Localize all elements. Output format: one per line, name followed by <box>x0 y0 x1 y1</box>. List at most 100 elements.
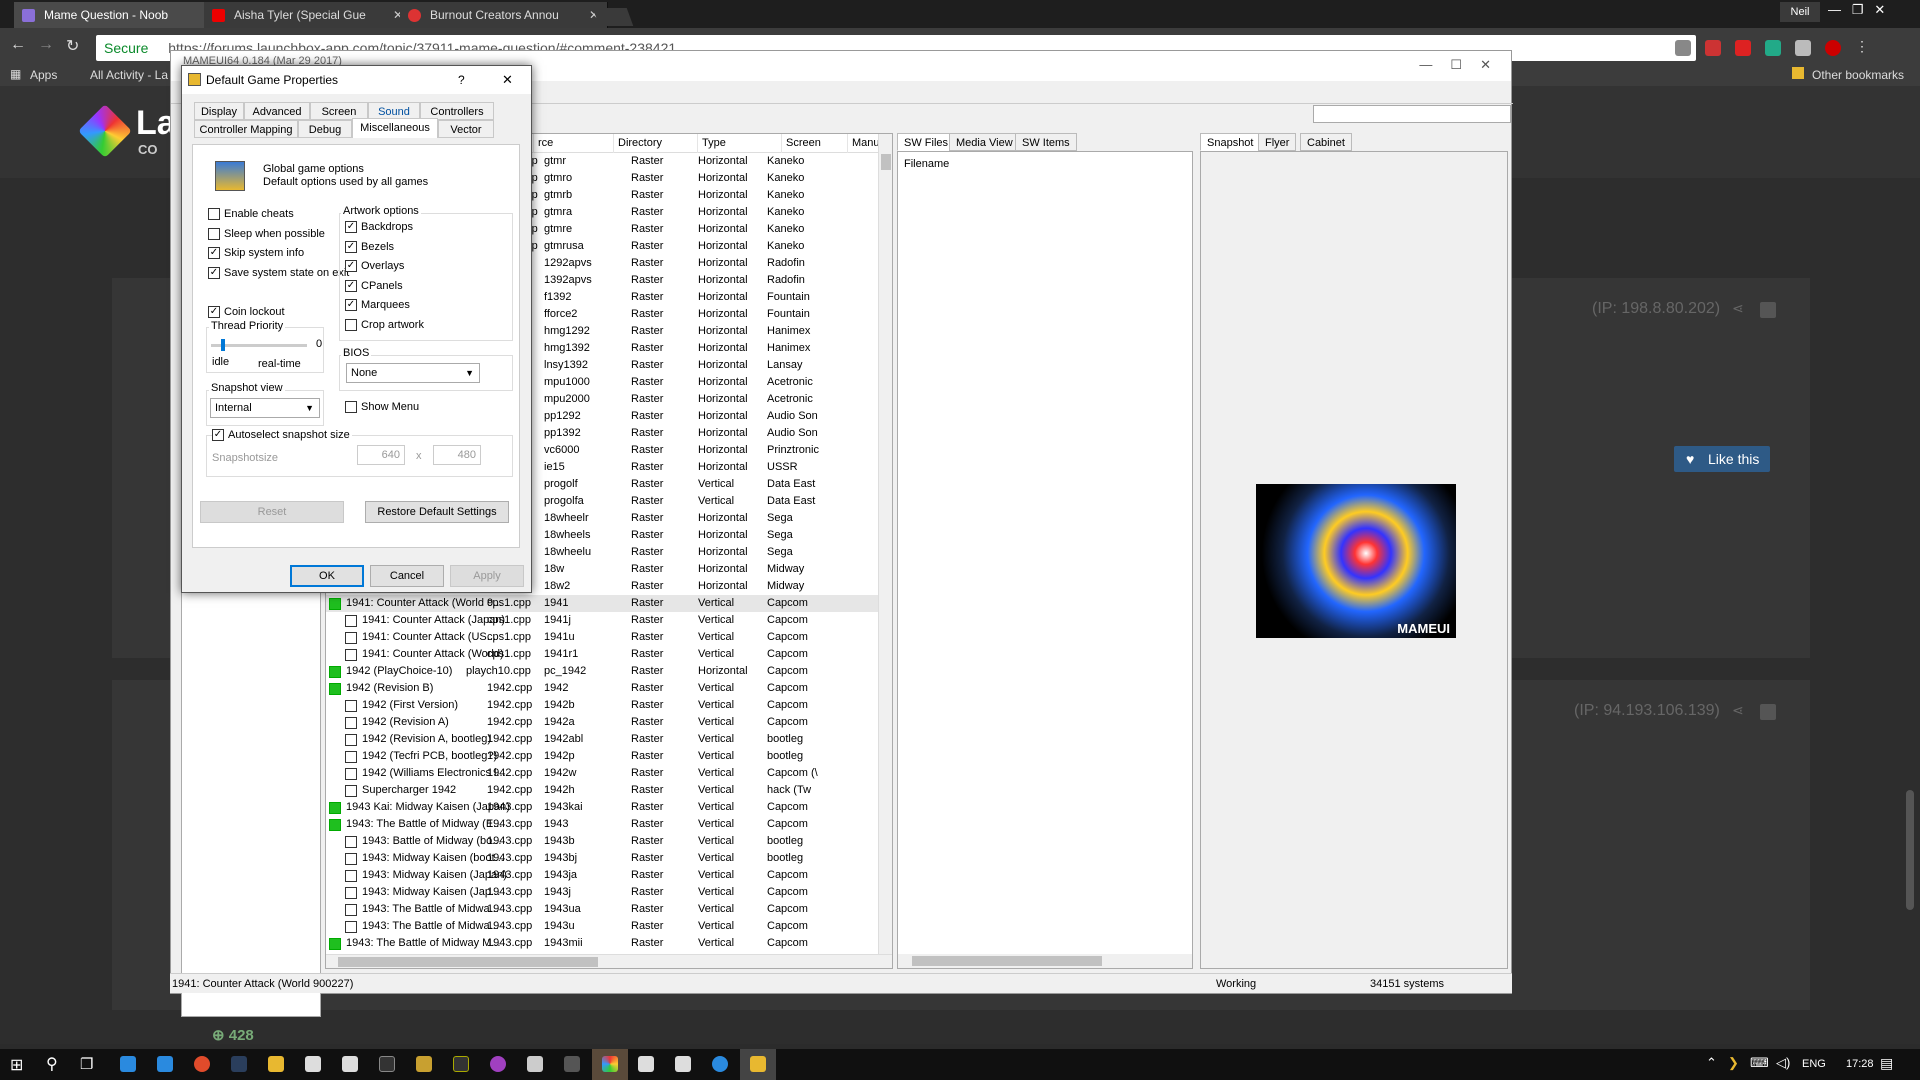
app-icon[interactable] <box>675 1056 691 1072</box>
tab-controller-mapping[interactable]: Controller Mapping <box>194 120 298 138</box>
restore-default-settings-button[interactable]: Restore Default Settings <box>365 501 509 523</box>
table-row[interactable]: 1941: Counter Attack (World 9... cps1.cpp… <box>326 595 892 612</box>
app-icon[interactable] <box>379 1056 395 1072</box>
skip-system-info-checkbox[interactable]: ✓ Skip system info <box>208 246 304 260</box>
list-vscrollbar[interactable] <box>878 134 892 954</box>
app-icon[interactable] <box>157 1056 173 1072</box>
table-row[interactable]: 1942 (First Version) 1942.cpp 1942b Raster V… <box>326 697 892 714</box>
search-input[interactable] <box>1313 105 1511 123</box>
reset-button[interactable]: Reset <box>200 501 344 523</box>
gamepad-icon[interactable] <box>527 1056 543 1072</box>
share-icon[interactable]: ⋖ <box>1732 300 1744 317</box>
ok-button[interactable]: OK <box>290 565 364 587</box>
table-row[interactable]: 1942 (Revision A, bootleg) 1942.cpp 1942ab… <box>326 731 892 748</box>
app-icon[interactable] <box>453 1056 469 1072</box>
share-icon[interactable]: ⋖ <box>1732 702 1744 719</box>
coin-lockout-checkbox[interactable]: ✓ Coin lockout <box>208 305 285 319</box>
column-directory[interactable]: Directory <box>614 134 698 153</box>
bookmark-all-activity[interactable]: All Activity - La <box>90 68 168 82</box>
cpanels-checkbox[interactable]: ✓ CPanels <box>345 279 403 293</box>
window-controls-icon[interactable]: — ☐ ✕ <box>1419 57 1491 73</box>
table-row[interactable]: 1943: The Battle of Midway M... 1943.cpp 1… <box>326 935 892 952</box>
table-row[interactable]: 1942 (Revision B) 1942.cpp 1942 Raster Verti… <box>326 680 892 697</box>
marquees-checkbox[interactable]: ✓ Marquees <box>345 298 410 312</box>
app-icon[interactable] <box>416 1056 432 1072</box>
select-checkbox[interactable] <box>1760 302 1776 318</box>
select-checkbox[interactable] <box>1760 704 1776 720</box>
bezels-checkbox[interactable]: ✓ Bezels <box>345 240 394 254</box>
steam-icon[interactable] <box>231 1056 247 1072</box>
notifications-icon[interactable]: ▤ <box>1880 1055 1893 1072</box>
tab-media-view[interactable]: Media View <box>949 133 1020 151</box>
chrome-icon[interactable] <box>194 1056 210 1072</box>
tray-up-arrow-icon[interactable]: ⌃ <box>1706 1055 1717 1071</box>
tab-snapshot[interactable]: Snapshot <box>1200 133 1261 151</box>
new-tab-button[interactable] <box>592 8 634 26</box>
cancel-button[interactable]: Cancel <box>370 565 444 587</box>
language-indicator[interactable]: ENG <box>1802 1058 1826 1070</box>
overlays-checkbox[interactable]: ✓ Overlays <box>345 259 404 273</box>
forward-arrow-icon[interactable]: → <box>38 36 54 54</box>
clock[interactable]: 17:28 <box>1846 1058 1874 1070</box>
bookmark-other[interactable]: Other bookmarks <box>1812 68 1904 82</box>
help-button[interactable]: ? <box>458 66 465 94</box>
gmail-icon[interactable] <box>1705 40 1721 56</box>
bios-select[interactable]: None ▼ <box>346 363 480 383</box>
table-row[interactable]: 1943: The Battle of Midway (E... 1943.cpp… <box>326 816 892 833</box>
table-row[interactable]: 1943: Midway Kaisen (Japan) 1943.cpp 1943j… <box>326 867 892 884</box>
browser-tab-burnout[interactable]: Burnout Creators Annou ✕ <box>400 2 608 28</box>
tab-debug[interactable]: Debug <box>298 120 352 138</box>
table-row[interactable]: 1943: Battle of Midway (bo... 1943.cpp 194… <box>326 833 892 850</box>
column-type[interactable]: Type <box>698 134 782 153</box>
snapshot-view-select[interactable]: Internal ▼ <box>210 398 320 418</box>
table-row[interactable]: 1941: Counter Attack (World) cps1.cpp 1941… <box>326 646 892 663</box>
like-button[interactable]: ♥ Like this <box>1674 446 1770 472</box>
start-icon[interactable]: ⊞ <box>10 1055 23 1075</box>
table-row[interactable]: 1942 (Tecfri PCB, bootleg?) 1942.cpp 1942p… <box>326 748 892 765</box>
tab-sw-items[interactable]: SW Items <box>1015 133 1077 151</box>
table-row[interactable]: 1943 Kai: Midway Kaisen (Japan) 1943.cpp 1… <box>326 799 892 816</box>
sw-file-list[interactable]: Filename <box>897 151 1193 969</box>
tab-display[interactable]: Display <box>194 102 244 120</box>
tray-app-icon[interactable]: ❯ <box>1728 1055 1739 1071</box>
autoselect-snapshot-size-checkbox[interactable]: ✓ Autoselect snapshot size <box>212 428 352 442</box>
volume-icon[interactable]: ◁) <box>1776 1055 1790 1071</box>
extension-icon[interactable] <box>1735 40 1751 56</box>
save-state-on-exit-checkbox[interactable]: ✓ Save system state on exit <box>208 266 349 280</box>
reload-icon[interactable]: ↻ <box>66 36 79 56</box>
launchbox-taskbar-button[interactable] <box>592 1049 628 1080</box>
filename-header[interactable]: Filename <box>904 158 949 170</box>
app-icon[interactable] <box>305 1056 321 1072</box>
back-arrow-icon[interactable]: ← <box>10 36 26 54</box>
enable-cheats-checkbox[interactable]: Enable cheats <box>208 207 294 221</box>
page-scrollbar[interactable] <box>1906 790 1914 910</box>
adblock-icon[interactable] <box>1825 40 1841 56</box>
browser-tab-aisha-tyler[interactable]: Aisha Tyler (Special Gue ✕ <box>204 2 412 28</box>
table-row[interactable]: 1942 (Revision A) 1942.cpp 1942a Raster Vert… <box>326 714 892 731</box>
crop-artwork-checkbox[interactable]: Crop artwork <box>345 318 424 332</box>
drive-icon[interactable] <box>1765 40 1781 56</box>
extension-icon[interactable] <box>1675 40 1691 56</box>
sleep-when-possible-checkbox[interactable]: Sleep when possible <box>208 227 325 241</box>
tab-miscellaneous[interactable]: Miscellaneous <box>352 118 438 138</box>
tab-advanced[interactable]: Advanced <box>244 102 310 120</box>
mail-icon[interactable] <box>638 1056 654 1072</box>
show-menu-checkbox[interactable]: Show Menu <box>345 400 419 414</box>
search-icon[interactable]: ⚲ <box>46 1054 58 1074</box>
network-icon[interactable]: ⌨ <box>1750 1055 1769 1071</box>
extension-icon[interactable] <box>1795 40 1811 56</box>
tab-vector[interactable]: Vector <box>438 120 494 138</box>
app-icon[interactable] <box>564 1056 580 1072</box>
snapshot-width-input[interactable]: 640 <box>357 445 405 465</box>
profile-name[interactable]: Neil <box>1780 2 1820 22</box>
table-row[interactable]: 1942 (Williams Electronics l... 1942.cpp 1… <box>326 765 892 782</box>
app-icon[interactable] <box>712 1056 728 1072</box>
snapshot-height-input[interactable]: 480 <box>433 445 481 465</box>
table-row[interactable]: 1941: Counter Attack (Japan) cps1.cpp 1941… <box>326 612 892 629</box>
column-screen[interactable]: Screen <box>782 134 848 153</box>
file-explorer-icon[interactable] <box>268 1056 284 1072</box>
table-row[interactable]: 1943: Midway Kaisen (boot... 1943.cpp 1943… <box>326 850 892 867</box>
window-min-max-close-icon[interactable]: — ❐ ✕ <box>1828 2 1885 18</box>
table-row[interactable]: 1941: Counter Attack (US... cps1.cpp 1941u… <box>326 629 892 646</box>
close-icon[interactable]: ✕ <box>502 66 513 94</box>
